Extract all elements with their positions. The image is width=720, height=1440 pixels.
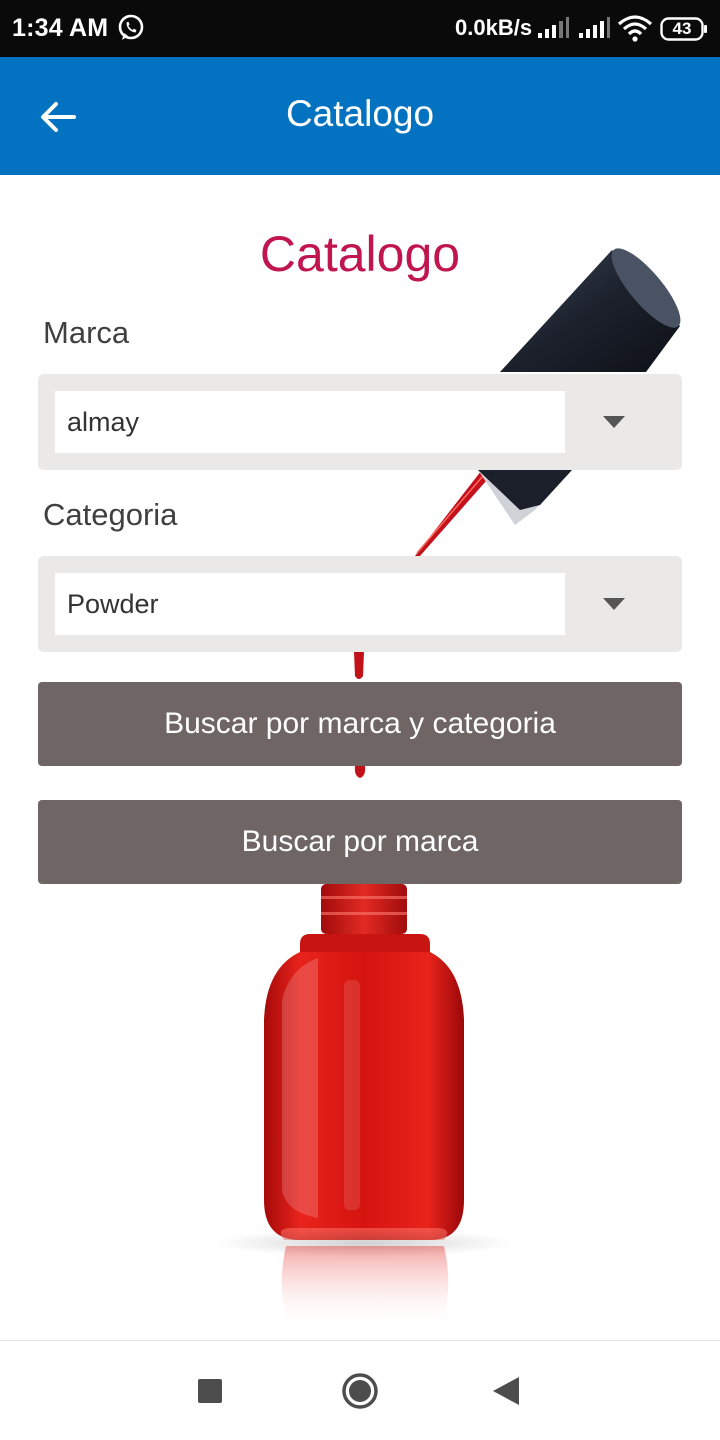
caret-down-icon[interactable] xyxy=(603,416,625,428)
categoria-select-value: Powder xyxy=(67,589,159,619)
search-by-brand-button[interactable]: Buscar por marca xyxy=(38,800,682,884)
signal-icon xyxy=(579,17,610,38)
marca-select[interactable]: almay xyxy=(38,374,682,470)
network-speed: 0.0kB/s xyxy=(455,15,533,40)
marca-label: Marca xyxy=(43,315,130,350)
categoria-select-field[interactable]: Powder xyxy=(55,573,565,635)
signal-icon xyxy=(538,17,569,38)
caret-down-icon[interactable] xyxy=(603,598,625,610)
catalog-heading: Catalogo xyxy=(259,226,461,282)
marca-select-value: almay xyxy=(67,407,140,437)
battery-level: 43 xyxy=(672,19,692,38)
app-bar-title: Catalogo xyxy=(285,93,435,134)
wifi-icon xyxy=(617,15,653,42)
app-bar: Catalogo xyxy=(0,57,720,175)
circle-home-icon[interactable] xyxy=(341,1372,379,1410)
status-bar: 1:34 AM 0.0kB/s 43 xyxy=(0,0,720,57)
categoria-label: Categoria xyxy=(43,497,178,532)
status-time: 1:34 AM xyxy=(12,14,109,42)
categoria-select[interactable]: Powder xyxy=(38,556,682,652)
triangle-back-icon[interactable] xyxy=(493,1377,519,1405)
square-recents-icon[interactable] xyxy=(198,1379,222,1403)
marca-select-field[interactable]: almay xyxy=(55,391,565,453)
system-nav-bar xyxy=(0,1340,720,1440)
search-by-brand-and-category-button[interactable]: Buscar por marca y categoria xyxy=(38,682,682,766)
whatsapp-icon xyxy=(118,14,144,40)
